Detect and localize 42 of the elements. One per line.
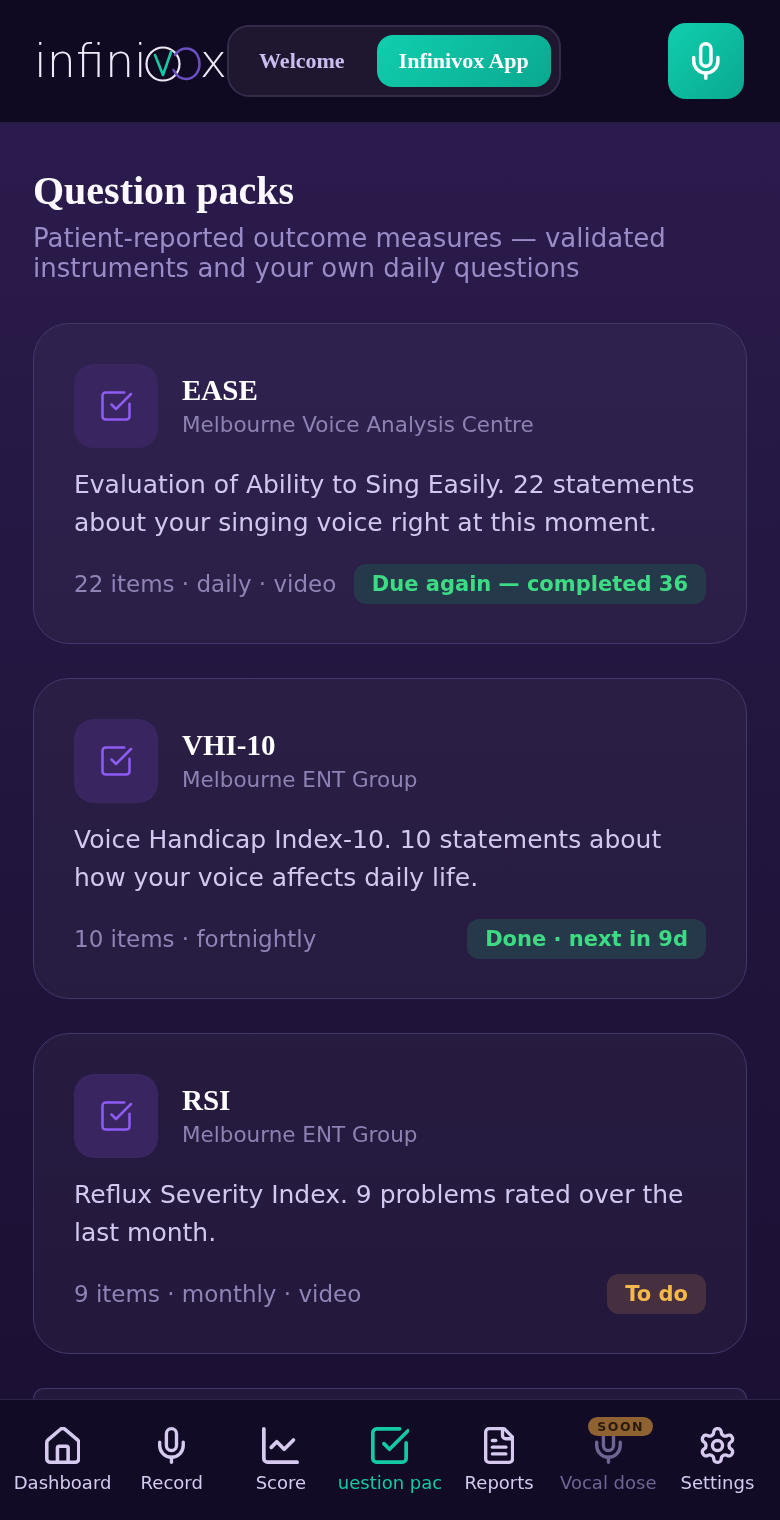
pack-card[interactable]: RSI Melbourne ENT Group Reflux Severity Index. 9 problems rated over the last month. 9 items · monthly · video To do xyxy=(33,1033,747,1354)
nav-tab[interactable]: Score xyxy=(226,1400,336,1520)
status-badge: Done · next in 9d xyxy=(467,919,706,959)
check-square-icon xyxy=(74,719,158,803)
nav-tab[interactable]: Settings xyxy=(662,1400,772,1520)
check-square-icon xyxy=(370,1427,410,1464)
logo-text: infini xyxy=(34,35,147,87)
logo-mark-icon xyxy=(144,46,201,82)
microphone-icon xyxy=(158,1427,186,1464)
pack-title: VHI-10 xyxy=(182,728,276,762)
status-badge: To do xyxy=(607,1274,706,1314)
view-tab[interactable]: Welcome xyxy=(237,35,367,87)
nav-tab[interactable]: Reports xyxy=(444,1400,554,1520)
status-badge: Due again — completed 36 xyxy=(353,564,706,604)
pack-details: 9 items · monthly · video xyxy=(74,1280,362,1309)
pack-details: 22 items · daily · video xyxy=(74,570,337,599)
microphone-button[interactable] xyxy=(668,23,744,99)
home-icon xyxy=(44,1427,81,1464)
settings-icon xyxy=(698,1427,736,1464)
page-subtitle: Patient-reported outcome measures — validated instruments and your own daily questions xyxy=(33,223,667,283)
pack-description: Evaluation of Ability to Sing Easily. 22 statements about your singing voice right at this moment. xyxy=(74,469,696,539)
nav-tab[interactable]: Record xyxy=(117,1400,227,1520)
nav-tab[interactable]: Dashboard xyxy=(8,1400,118,1520)
pack-card[interactable]: EASE Melbourne Voice Analysis Centre Evaluation of Ability to Sing Easily. 22 statements about your singing voice right at this moment. 22 items · daily · video Due again — completed 36 xyxy=(33,323,747,644)
nav-tab[interactable]: uestion pac xyxy=(335,1400,445,1520)
pack-details: 10 items · fortnightly xyxy=(74,925,317,954)
logo-text: x xyxy=(199,35,228,87)
microphone-icon xyxy=(692,42,720,80)
pack-source: Melbourne ENT Group xyxy=(182,1121,418,1149)
check-square-icon xyxy=(74,1074,158,1158)
pack-title: RSI xyxy=(182,1083,231,1117)
pack-source: Melbourne ENT Group xyxy=(182,766,418,794)
pack-description: Voice Handicap Index-10. 10 statements about how your voice affects daily life. xyxy=(74,824,663,894)
soon-badge: SOON xyxy=(588,1417,653,1436)
pack-source: Melbourne Voice Analysis Centre xyxy=(182,411,534,439)
document-icon xyxy=(484,1427,515,1464)
line-chart-icon xyxy=(262,1427,300,1464)
pack-card[interactable]: VHI-10 Melbourne ENT Group Voice Handicap Index-10. 10 statements about how your voice affects daily life. 10 items · fortnightly Done · next in 9d xyxy=(33,678,747,999)
pack-title: EASE xyxy=(182,373,258,407)
check-square-icon xyxy=(74,364,158,448)
page-title: Question packs xyxy=(33,168,296,214)
pack-description: Reflux Severity Index. 9 problems rated over the last month. xyxy=(74,1179,685,1249)
